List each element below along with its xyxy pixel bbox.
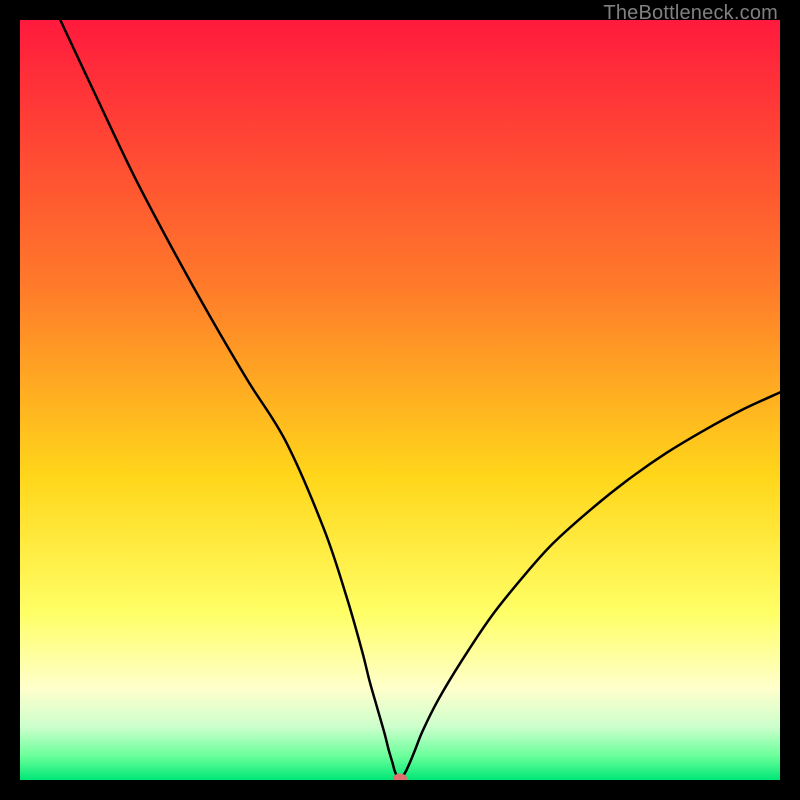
- watermark-label: TheBottleneck.com: [603, 2, 778, 25]
- chart-frame: TheBottleneck.com: [0, 0, 800, 800]
- plot-area: [20, 20, 780, 780]
- chart-svg: [20, 20, 780, 780]
- gradient-background: [20, 20, 780, 780]
